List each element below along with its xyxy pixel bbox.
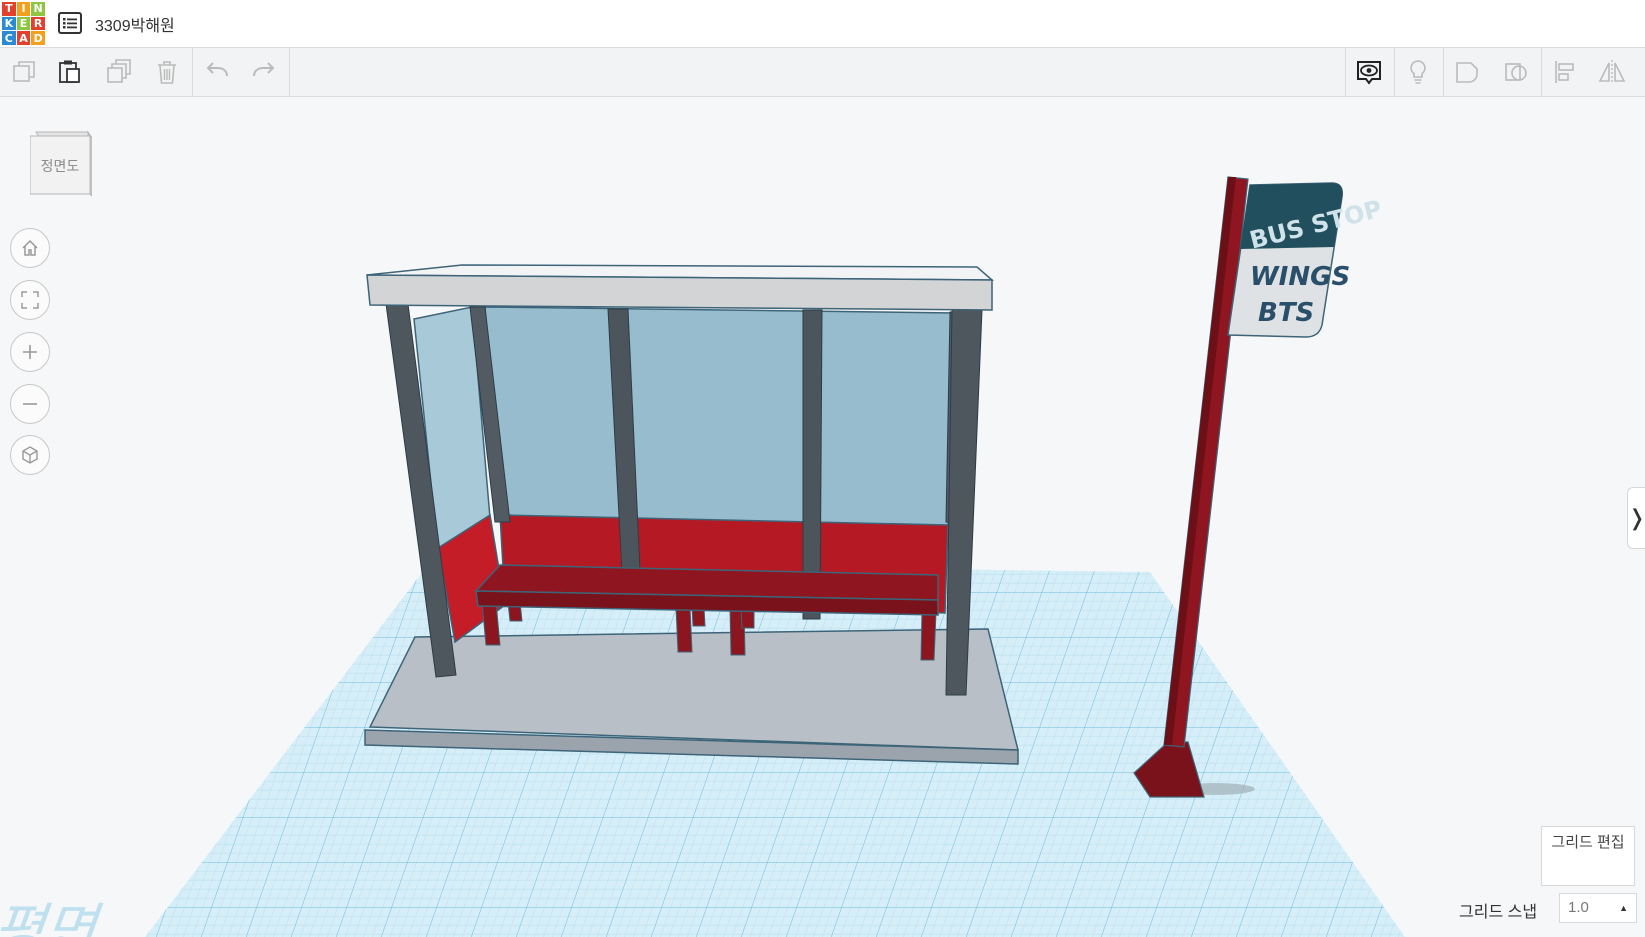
fit-view-icon <box>21 291 39 309</box>
list-menu-icon <box>58 12 82 34</box>
lightbulb-icon <box>1410 60 1426 84</box>
minus-icon <box>23 403 37 405</box>
top-bar: T I N K E R C A D 3309박해원 <box>0 0 1645 48</box>
grid-snap-select[interactable]: 1.0 ▲ <box>1559 893 1637 923</box>
logo-letter: D <box>31 31 45 45</box>
redo-icon <box>253 62 275 77</box>
orthographic-view-button[interactable] <box>10 435 50 475</box>
view-cube-label: 정면도 <box>40 158 80 174</box>
trash-icon <box>158 61 176 84</box>
cube-icon <box>22 446 38 464</box>
home-view-button[interactable] <box>10 228 50 268</box>
mirror-button[interactable] <box>1596 56 1628 88</box>
plus-icon <box>23 345 37 359</box>
align-icon <box>1555 61 1574 83</box>
undo-button[interactable] <box>201 56 233 88</box>
paste-button[interactable] <box>54 56 86 88</box>
mirror-icon <box>1598 60 1626 84</box>
chevron-right-icon: ❭ <box>1627 505 1645 530</box>
group-button[interactable] <box>1451 56 1483 88</box>
caret-up-icon: ▲ <box>1619 903 1628 913</box>
logo-letter: T <box>2 2 16 16</box>
grid-snap-label: 그리드 스냅 <box>1459 904 1538 921</box>
logo-letter: K <box>2 16 16 31</box>
undo-icon <box>206 62 228 77</box>
duplicate-icon <box>107 59 131 83</box>
bus-shelter-model[interactable] <box>364 264 1019 765</box>
workplane-viewport[interactable]: 작업 평면 <box>0 97 1645 937</box>
zoom-out-button[interactable] <box>10 384 50 424</box>
grid-snap-value: 1.0 <box>1568 899 1589 916</box>
roof-front <box>366 274 993 311</box>
expand-panel-tab[interactable]: ❭ <box>1627 487 1645 549</box>
paste-icon <box>59 60 80 83</box>
project-title[interactable]: 3309박해원 <box>95 12 175 36</box>
logo-letter: N <box>31 2 45 16</box>
show-all-button[interactable] <box>1353 56 1385 88</box>
fit-all-button[interactable] <box>10 280 50 320</box>
eye-bubble-icon <box>1357 61 1381 85</box>
view-cube[interactable]: 정면도 <box>29 130 93 198</box>
align-button[interactable] <box>1549 56 1581 88</box>
delete-button[interactable] <box>151 56 183 88</box>
copy-button[interactable] <box>8 56 40 88</box>
edit-toolbar <box>0 48 1645 97</box>
ungroup-icon <box>1505 63 1527 81</box>
edit-grid-button[interactable]: 그리드 편집 <box>1541 826 1635 886</box>
sign-text-line2: BTS <box>1258 298 1314 328</box>
hide-button[interactable] <box>1402 56 1434 88</box>
copy-icon <box>13 61 35 82</box>
logo-letter: A <box>16 31 31 45</box>
group-icon <box>1456 62 1478 83</box>
duplicate-button[interactable] <box>103 56 135 88</box>
bench-leg <box>920 611 937 661</box>
redo-button[interactable] <box>248 56 280 88</box>
logo-letter: R <box>31 16 45 31</box>
workplane-label: 작업 평면 <box>0 897 113 937</box>
logo-letter: C <box>2 31 16 45</box>
tinkercad-logo[interactable]: T I N K E R C A D <box>2 2 45 45</box>
logo-letter: E <box>16 16 31 31</box>
ungroup-button[interactable] <box>1500 56 1532 88</box>
bench-leg <box>675 606 693 653</box>
sign-text-line1: WINGS <box>1250 262 1350 292</box>
glass-back-panel <box>484 306 956 528</box>
design-list-button[interactable] <box>57 11 83 35</box>
home-icon <box>22 239 38 256</box>
bus-stop-sign-model[interactable]: BUS STOP WINGS BTS <box>1133 176 1385 798</box>
zoom-in-button[interactable] <box>10 332 50 372</box>
logo-letter: I <box>16 2 31 16</box>
